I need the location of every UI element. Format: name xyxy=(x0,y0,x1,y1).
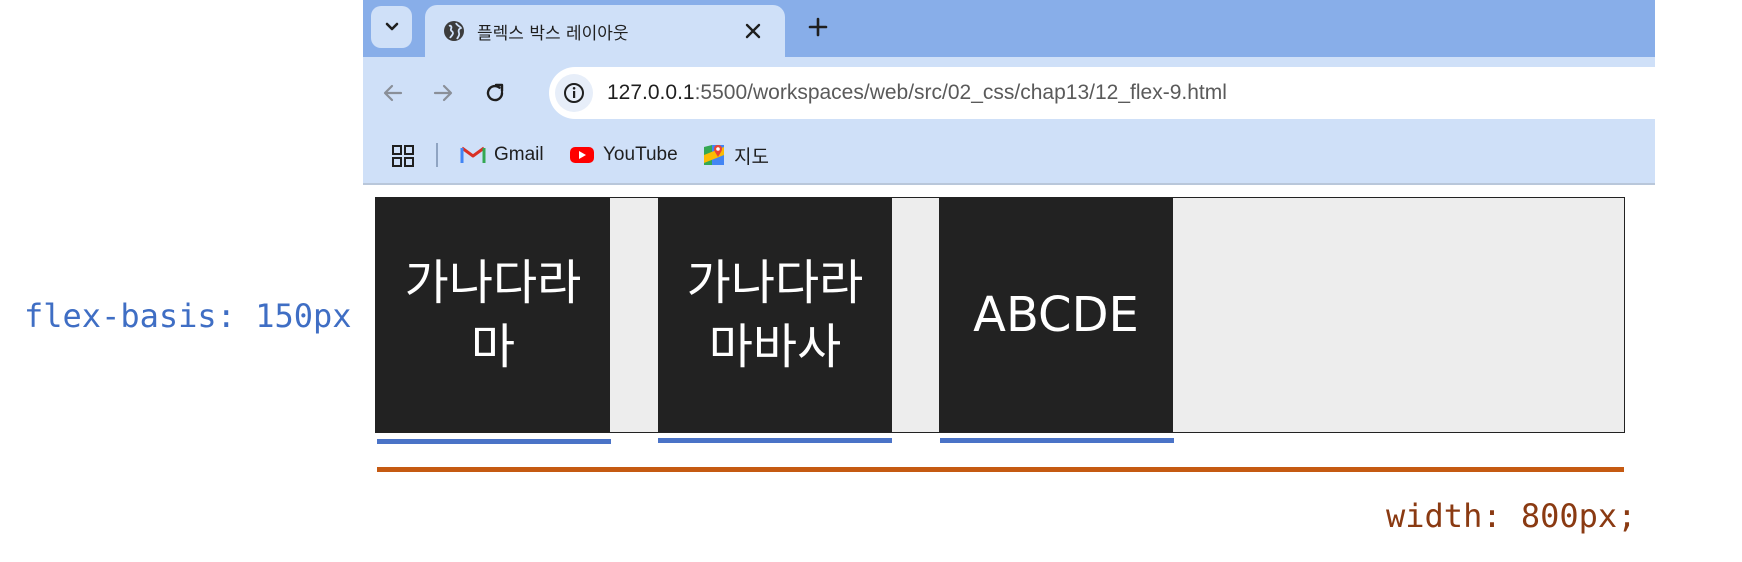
url-text: 127.0.0.1:5500/workspaces/web/src/02_css… xyxy=(607,81,1227,105)
flex-basis-underline-1 xyxy=(377,439,611,444)
tab-strip: 플렉스 박스 레이아웃 xyxy=(363,0,1655,57)
chevron-down-icon xyxy=(385,22,398,31)
flex-basis-annotation: flex-basis: 150px xyxy=(24,297,352,335)
tab-search-button[interactable] xyxy=(371,6,412,48)
close-icon[interactable] xyxy=(743,21,763,41)
globe-icon xyxy=(444,21,464,41)
gmail-icon xyxy=(460,146,486,163)
flex-item-2: 가나다라마바사 xyxy=(658,198,892,432)
info-icon xyxy=(564,83,584,103)
tab-active[interactable]: 플렉스 박스 레이아웃 xyxy=(425,5,785,57)
flex-basis-underline-2 xyxy=(658,438,892,443)
back-arrow-icon[interactable] xyxy=(381,81,405,105)
flex-container: 가나다라마 가나다라마바사 ABCDE xyxy=(375,197,1625,433)
forward-arrow-icon[interactable] xyxy=(431,81,455,105)
bookmarks-bar: Gmail YouTube 지도 xyxy=(363,129,1655,183)
bookmark-label: 지도 xyxy=(734,146,769,168)
bookmark-youtube[interactable]: YouTube xyxy=(569,140,678,170)
flex-basis-underline-3 xyxy=(940,438,1174,443)
width-measure-line xyxy=(377,467,1624,472)
tab-title: 플렉스 박스 레이아웃 xyxy=(477,24,629,44)
toolbar-divider xyxy=(363,183,1655,185)
browser-window: 플렉스 박스 레이아웃 127.0.0.1:5500/workspaces/we… xyxy=(363,0,1669,185)
url-path: :5500/workspaces/web/src/02_css/chap13/1… xyxy=(694,81,1227,104)
flex-item-3: ABCDE xyxy=(939,198,1173,432)
reload-icon[interactable] xyxy=(483,81,507,105)
bookmark-label: Gmail xyxy=(494,144,544,165)
bookmark-gmail[interactable]: Gmail xyxy=(460,140,544,170)
new-tab-plus-icon[interactable] xyxy=(807,16,829,38)
maps-icon xyxy=(704,145,724,165)
toolbar: 127.0.0.1:5500/workspaces/web/src/02_css… xyxy=(363,57,1669,129)
flex-item-1: 가나다라마 xyxy=(376,198,610,432)
site-info-button[interactable] xyxy=(555,74,593,112)
apps-grid-icon[interactable] xyxy=(391,144,415,168)
bookmark-label: YouTube xyxy=(603,144,678,165)
youtube-icon xyxy=(570,147,594,163)
bookmarks-divider xyxy=(436,143,438,167)
url-host: 127.0.0.1 xyxy=(607,81,695,104)
width-annotation: width: 800px; xyxy=(1386,497,1637,535)
bookmark-maps[interactable]: 지도 xyxy=(702,140,769,170)
address-bar[interactable]: 127.0.0.1:5500/workspaces/web/src/02_css… xyxy=(549,67,1669,119)
